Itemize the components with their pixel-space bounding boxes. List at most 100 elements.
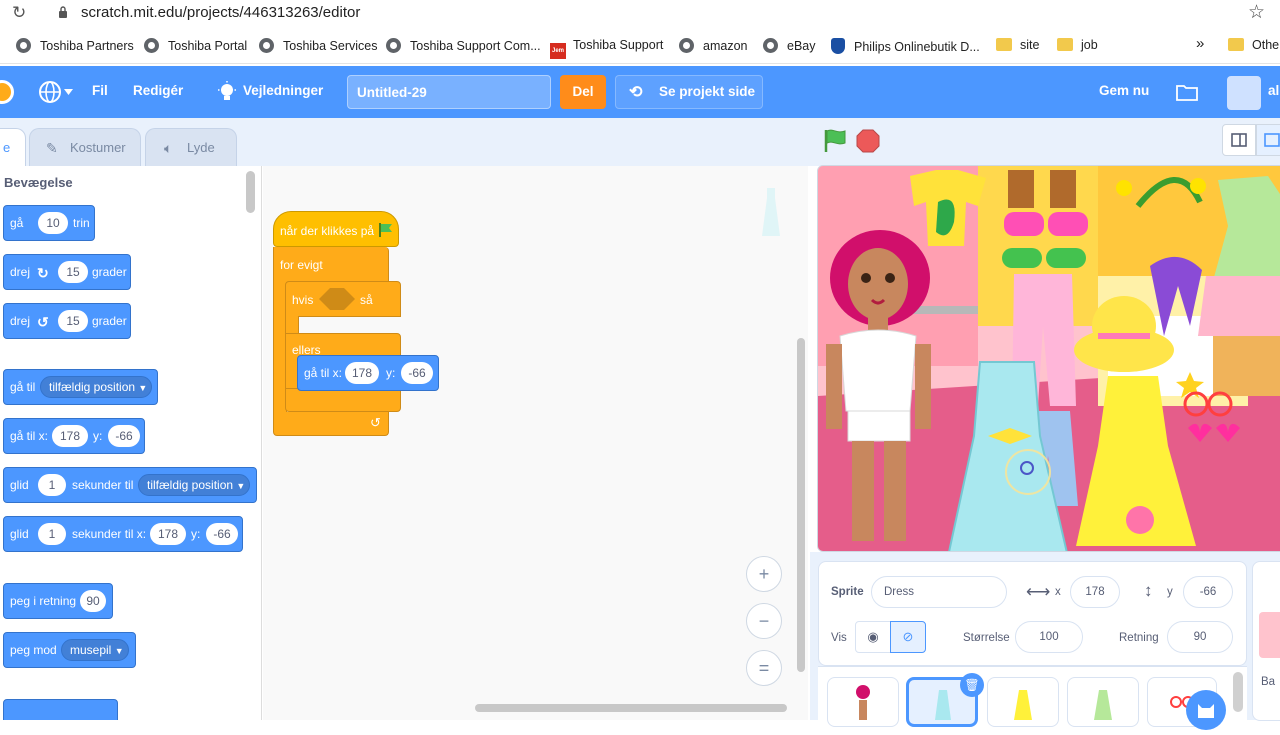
url-text[interactable]: scratch.mit.edu/projects/446313263/edito…: [81, 4, 360, 21]
goto-y-input[interactable]: -66: [108, 425, 140, 447]
menu-tutorials[interactable]: Vejledninger: [243, 83, 323, 98]
sprite-x-input[interactable]: 178: [1070, 576, 1120, 608]
philips-shield-icon: [831, 38, 845, 54]
goto-target-dropdown[interactable]: tilfældig position ▼: [40, 376, 152, 398]
bookmark-philips[interactable]: Philips Onlinebutik D...: [831, 38, 980, 54]
sprite-list-scrollbar[interactable]: [1233, 672, 1243, 712]
hat-block-green-flag[interactable]: når der klikkes på: [273, 211, 399, 247]
block-partial[interactable]: [3, 699, 118, 720]
globe-icon: [144, 38, 159, 53]
scratch-logo[interactable]: [0, 80, 14, 104]
avatar[interactable]: [1227, 76, 1261, 110]
block-point-towards[interactable]: peg mod musepil ▼: [3, 632, 136, 668]
username[interactable]: al: [1268, 83, 1279, 98]
zoom-reset-button[interactable]: =: [746, 650, 782, 686]
x-label: x: [1055, 586, 1061, 598]
if-else-block[interactable]: hvis så: [285, 281, 401, 317]
forever-block[interactable]: for evigt: [273, 247, 389, 283]
block-turn-right[interactable]: drej ↻ 15 grader: [3, 254, 131, 290]
block-point-direction[interactable]: peg i retning 90: [3, 583, 113, 619]
show-sprite-button[interactable]: ◉: [855, 621, 891, 653]
script-goto-x-input[interactable]: 178: [345, 362, 379, 384]
forever-block-foot: ↺: [273, 412, 389, 436]
bookmark-toshiba-partners[interactable]: Toshiba Partners: [16, 38, 134, 53]
bookmark-amazon[interactable]: amazon: [679, 38, 747, 53]
block-glide-xy[interactable]: glid 1 sekunder til x: 178 y: -66: [3, 516, 243, 552]
tab-sounds[interactable]: 🔈︎ Lyde: [145, 128, 237, 166]
menu-file[interactable]: Fil: [92, 83, 108, 98]
chevron-down-icon: ▼: [138, 383, 148, 393]
choose-sprite-button[interactable]: [1186, 690, 1226, 730]
turn-left-degrees-input[interactable]: 15: [58, 310, 88, 332]
glide-xy-secs-input[interactable]: 1: [38, 523, 66, 545]
large-stage-icon: [1264, 133, 1280, 147]
turn-right-degrees-input[interactable]: 15: [58, 261, 88, 283]
lock-icon[interactable]: [58, 6, 68, 18]
bookmark-toshiba-portal[interactable]: Toshiba Portal: [144, 38, 247, 53]
sprite-direction-input[interactable]: 90: [1167, 621, 1233, 653]
stop-icon[interactable]: [856, 129, 880, 153]
script-goto-y-input[interactable]: -66: [401, 362, 433, 384]
stage-backdrop-pane[interactable]: Ba: [1252, 561, 1280, 721]
yellow-dress-thumbnail-icon: [1014, 690, 1032, 720]
bookmark-other[interactable]: Othe: [1228, 38, 1279, 52]
bookmark-star-icon[interactable]: ☆: [1248, 1, 1265, 24]
glide-target-dropdown[interactable]: tilfældig position ▼: [138, 474, 250, 496]
delete-sprite-button[interactable]: 🗑︎: [960, 673, 984, 697]
zoom-in-button[interactable]: +: [746, 556, 782, 592]
stage[interactable]: [817, 165, 1280, 552]
see-project-page-button[interactable]: ⟲ Se projekt side: [615, 75, 763, 109]
tab-costumes[interactable]: ✎ Kostumer: [29, 128, 141, 166]
green-flag-run-icon[interactable]: [822, 128, 848, 154]
block-glide-to[interactable]: glid 1 sekunder til tilfældig position ▼: [3, 467, 257, 503]
speaker-icon: 🔈︎: [164, 140, 173, 156]
menu-edit[interactable]: Redigér: [133, 83, 183, 98]
current-sprite-ghost-icon: [762, 188, 780, 236]
code-horizontal-scrollbar[interactable]: [475, 704, 787, 712]
bookmark-ebay[interactable]: eBay: [763, 38, 816, 53]
code-vertical-scrollbar[interactable]: [797, 338, 805, 672]
block-goto[interactable]: gå til tilfældig position ▼: [3, 369, 158, 405]
globe-language-icon[interactable]: [38, 80, 62, 104]
bookmarks-bar: Toshiba Partners Toshiba Portal Toshiba …: [0, 30, 1280, 64]
script-goto-xy-block[interactable]: gå til x: 178 y: -66: [297, 355, 439, 391]
bookmark-toshiba-support[interactable]: Jem Toshiba Support: [550, 38, 663, 59]
bookmark-site[interactable]: site: [996, 38, 1039, 52]
bookmark-toshiba-support-com[interactable]: Toshiba Support Com...: [386, 38, 541, 53]
reload-icon[interactable]: ↻: [12, 3, 26, 23]
block-turn-left[interactable]: drej ↺ 15 grader: [3, 303, 131, 339]
zoom-out-button[interactable]: −: [746, 603, 782, 639]
sprite-name-input[interactable]: [871, 576, 1007, 608]
sprite-size-input[interactable]: 100: [1015, 621, 1083, 653]
glide-x-input[interactable]: 178: [150, 523, 186, 545]
folder-icon[interactable]: [1176, 83, 1198, 101]
steps-input[interactable]: 10: [38, 212, 68, 234]
sprite-y-input[interactable]: -66: [1183, 576, 1233, 608]
share-button[interactable]: Del: [560, 75, 606, 109]
save-now-button[interactable]: Gem nu: [1099, 83, 1149, 98]
block-goto-xy[interactable]: gå til x: 178 y: -66: [3, 418, 145, 454]
code-workspace[interactable]: når der klikkes på for evigt ↺ hvis så e…: [263, 166, 808, 720]
folder-icon: [996, 38, 1012, 51]
bookmark-toshiba-services[interactable]: Toshiba Services: [259, 38, 378, 53]
block-move-steps[interactable]: gå 10 trin: [3, 205, 95, 241]
small-stage-button[interactable]: [1222, 124, 1256, 156]
stage-scene-illustration: [818, 166, 1280, 551]
lightbulb-icon[interactable]: [217, 81, 237, 103]
glide-y-input[interactable]: -66: [206, 523, 238, 545]
large-stage-button[interactable]: [1256, 124, 1280, 156]
tab-code[interactable]: e: [0, 128, 26, 166]
bookmarks-overflow-chevron[interactable]: »: [1196, 35, 1204, 52]
goto-x-input[interactable]: 178: [52, 425, 88, 447]
hide-sprite-button[interactable]: ⊘: [890, 621, 926, 653]
eye-crossed-icon: ⊘: [902, 629, 914, 644]
project-title-input[interactable]: [347, 75, 551, 109]
bookmark-job[interactable]: job: [1057, 38, 1098, 52]
palette-scrollbar[interactable]: [246, 171, 255, 213]
palette-category-title: Bevægelse: [4, 175, 73, 190]
glide-secs-input[interactable]: 1: [38, 474, 66, 496]
point-towards-dropdown[interactable]: musepil ▼: [61, 639, 129, 661]
chevron-down-icon[interactable]: [64, 89, 73, 95]
empty-condition-slot[interactable]: [319, 288, 355, 310]
point-direction-input[interactable]: 90: [80, 590, 106, 612]
